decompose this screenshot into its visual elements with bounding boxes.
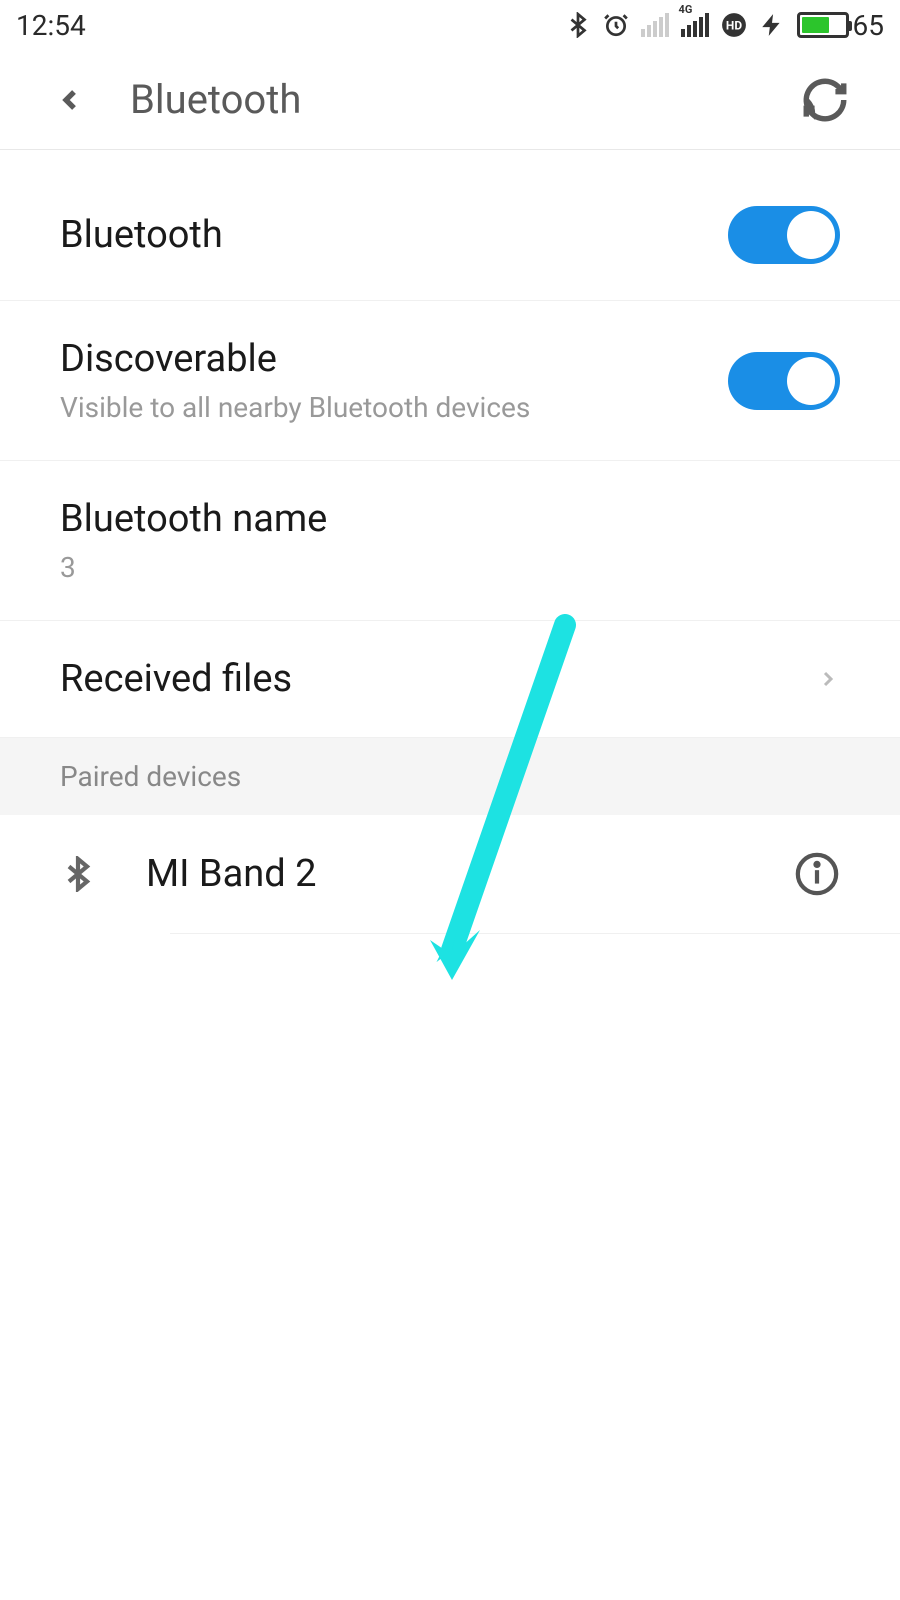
back-button[interactable] xyxy=(50,80,90,120)
chevron-left-icon xyxy=(54,80,86,120)
hd-icon: HD xyxy=(721,12,747,38)
bluetooth-name-value: 3 xyxy=(60,551,840,584)
device-name: MI Band 2 xyxy=(146,852,744,896)
svg-text:HD: HD xyxy=(725,18,741,32)
bluetooth-toggle[interactable] xyxy=(728,206,840,264)
discoverable-sublabel: Visible to all nearby Bluetooth devices xyxy=(60,391,728,424)
bluetooth-status-icon xyxy=(565,12,591,38)
alarm-icon xyxy=(603,12,629,38)
bluetooth-toggle-row[interactable]: Bluetooth xyxy=(0,150,900,301)
signal-weak-icon xyxy=(641,13,669,37)
paired-device-row[interactable]: MI Band 2 xyxy=(0,815,900,933)
status-bar: 12:54 4G HD xyxy=(0,0,900,50)
refresh-icon xyxy=(800,75,850,125)
charging-icon xyxy=(759,12,785,38)
paired-devices-header: Paired devices xyxy=(0,738,900,815)
page-title: Bluetooth xyxy=(130,76,800,123)
status-icons: 4G HD 65 xyxy=(565,9,884,42)
battery-percent: 65 xyxy=(853,9,884,42)
device-info-button[interactable] xyxy=(794,851,840,897)
discoverable-row[interactable]: Discoverable Visible to all nearby Bluet… xyxy=(0,301,900,461)
received-files-row[interactable]: Received files xyxy=(0,621,900,738)
bluetooth-name-row[interactable]: Bluetooth name 3 xyxy=(0,461,900,621)
bluetooth-icon xyxy=(60,856,96,892)
page-header: Bluetooth xyxy=(0,50,900,150)
settings-content: Bluetooth Discoverable Visible to all ne… xyxy=(0,150,900,934)
discoverable-toggle[interactable] xyxy=(728,352,840,410)
signal-4g-icon: 4G xyxy=(681,13,709,37)
discoverable-label: Discoverable xyxy=(60,337,728,381)
status-time: 12:54 xyxy=(16,9,86,42)
received-files-label: Received files xyxy=(60,657,816,701)
bluetooth-name-label: Bluetooth name xyxy=(60,497,840,541)
chevron-right-icon xyxy=(816,667,840,691)
battery-icon: 65 xyxy=(797,9,884,42)
bluetooth-toggle-label: Bluetooth xyxy=(60,213,728,257)
info-icon xyxy=(794,851,840,897)
refresh-button[interactable] xyxy=(800,75,850,125)
